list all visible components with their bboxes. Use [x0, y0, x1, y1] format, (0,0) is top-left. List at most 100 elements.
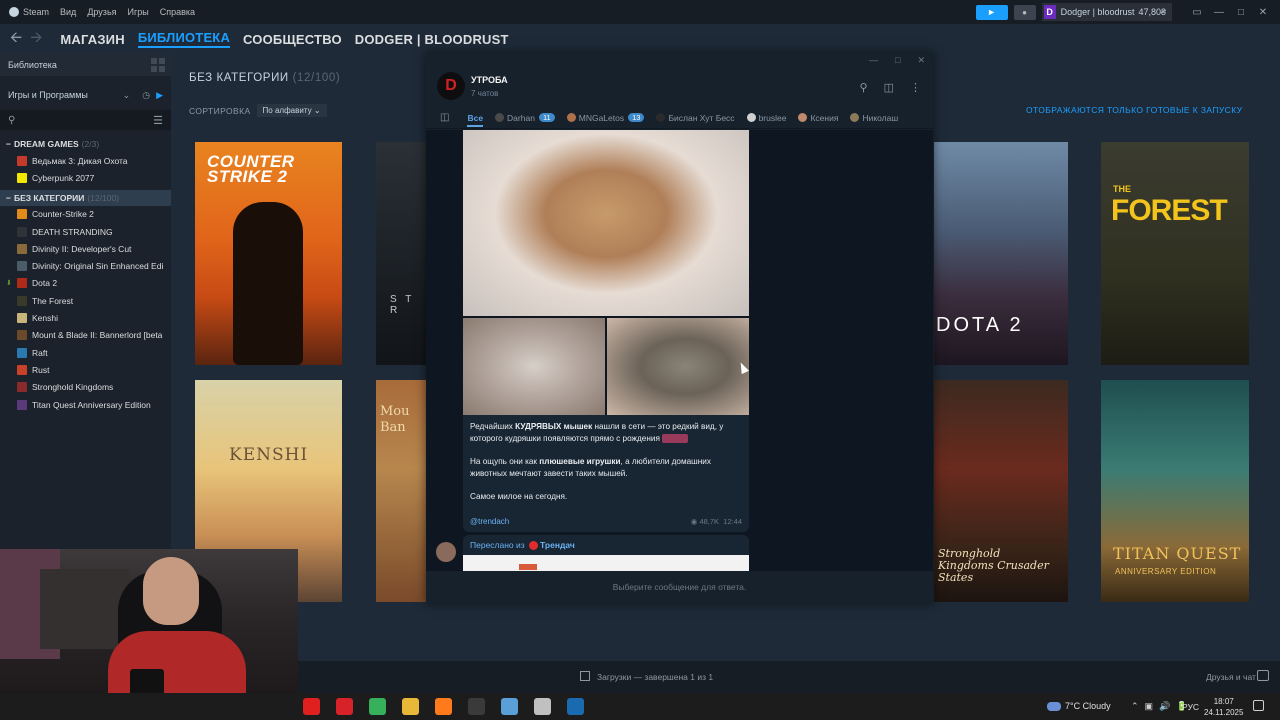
post-link[interactable]: @trendach	[470, 516, 509, 528]
maximize-icon[interactable]: □	[1230, 7, 1252, 18]
sidebar-game-item[interactable]: Cyberpunk 2077	[0, 169, 171, 186]
chat-title[interactable]: УТРОБА	[471, 75, 508, 85]
sidebar-game-item[interactable]: Stronghold Kingdoms	[0, 379, 171, 396]
chat-avatar[interactable]: D	[437, 72, 465, 100]
game-cover-death-stranding[interactable]: S T R	[376, 142, 426, 365]
forward-arrow-icon[interactable]: 🡪	[30, 27, 42, 52]
megaphone-icon[interactable]: ►	[975, 4, 1008, 20]
collection-dream-games[interactable]: − DREAM GAMES (2/3)	[0, 136, 171, 152]
game-cover-the-forest[interactable]: THE FOREST	[1101, 142, 1249, 365]
folder-tab[interactable]: bruslee	[746, 113, 786, 123]
streamer-head	[143, 557, 199, 625]
weather-widget[interactable]: 7°C Cloudy	[1047, 701, 1111, 712]
game-icon	[17, 382, 27, 393]
sidebar-game-item[interactable]: Raft	[0, 344, 171, 361]
nav-store[interactable]: МАГАЗИН	[60, 32, 124, 47]
play-filter-icon[interactable]: ▶	[156, 90, 163, 101]
nav-community[interactable]: СООБЩЕСТВО	[243, 32, 342, 47]
taskbar-app-icon[interactable]	[402, 698, 419, 715]
maximize-icon[interactable]: □	[895, 55, 900, 66]
taskbar-app-icon[interactable]	[435, 698, 452, 715]
collection-uncategorized[interactable]: − БЕЗ КАТЕГОРИИ (12/100)	[0, 189, 171, 206]
notifications-icon[interactable]	[1253, 700, 1264, 711]
nav-library[interactable]: БИБЛИОТЕКА	[137, 30, 231, 48]
steam-logo[interactable]: Steam	[9, 7, 49, 17]
post-paragraph-2: На ощупь они как плюшевые игрушки, а люб…	[470, 457, 711, 478]
menu-friends[interactable]: Друзья	[87, 7, 116, 17]
game-cover-dota-2[interactable]: DOTA 2	[934, 142, 1068, 365]
nav-profile[interactable]: DODGER | BLOODRUST	[355, 32, 509, 47]
system-clock[interactable]: 18:07 24.11.2025	[1204, 696, 1243, 718]
downloads-icon[interactable]	[580, 671, 590, 681]
message-list[interactable]: Редчайших КУДРЯВЫХ мышек нашли в сети — …	[426, 130, 933, 571]
taskbar-app-icon[interactable]	[369, 698, 386, 715]
game-icon	[17, 209, 27, 220]
taskbar-app-icon[interactable]	[567, 698, 584, 715]
search-input[interactable]: ⚲ ☰	[0, 110, 171, 130]
folder-tab[interactable]: MNGaLetos 13	[566, 113, 645, 123]
game-cover-stronghold-kingdoms[interactable]: Stronghold Kingdoms Crusader States	[934, 380, 1068, 602]
sidebar-game-item[interactable]: Counter-Strike 2	[0, 206, 171, 223]
minimize-icon[interactable]: —	[869, 55, 878, 66]
screen-icon[interactable]: ▭	[1186, 7, 1208, 18]
recent-clock-icon[interactable]: ◷	[142, 90, 150, 101]
downloads-status[interactable]: Загрузки — завершена 1 из 1	[597, 672, 713, 682]
collection-filter[interactable]: Игры и Программы ⌄ ◷ ▶	[0, 84, 171, 106]
close-icon[interactable]: ✕	[917, 55, 925, 66]
taskbar-app-icon[interactable]	[468, 698, 485, 715]
folder-tab[interactable]: Darhan 11	[495, 113, 555, 123]
sidebar-game-item[interactable]: ⬇ Dota 2	[0, 275, 171, 292]
sidebar-game-item[interactable]: Mount & Blade II: Bannerlord [beta	[0, 327, 171, 344]
folder-tab[interactable]: Николаш	[850, 113, 898, 123]
sidebar-game-item[interactable]: Rust	[0, 361, 171, 378]
game-cover-counter-strike-2[interactable]: COUNTER STRIKE 2	[195, 142, 342, 365]
game-icon	[17, 295, 27, 306]
close-icon[interactable]: ✕	[1252, 7, 1274, 18]
game-icon	[17, 313, 27, 324]
folder-tab[interactable]: Все	[467, 113, 484, 127]
sidebar-header[interactable]: Библиотека	[0, 54, 171, 76]
friends-chat-label[interactable]: Друзья и чат	[1206, 672, 1256, 682]
folder-tab[interactable]: Ксения	[798, 113, 838, 123]
sidebar-panel-icon[interactable]: ◫	[440, 112, 449, 123]
ready-to-play-filter[interactable]: ОТОБРАЖАЮТСЯ ТОЛЬКО ГОТОВЫЕ К ЗАПУСКУ	[1026, 105, 1242, 115]
back-arrow-icon[interactable]: 🡨	[10, 27, 22, 52]
more-vertical-icon[interactable]: ⋮	[910, 81, 921, 94]
sidebar-game-item[interactable]: The Forest	[0, 292, 171, 309]
bell-icon[interactable]: ●	[1013, 4, 1036, 20]
sidebar-game-item[interactable]: Kenshi	[0, 309, 171, 326]
sidebar-toggle-icon[interactable]: ◫	[884, 81, 894, 94]
minimize-icon[interactable]: —	[1208, 7, 1230, 18]
game-cover-bannerlord[interactable]: Mou Ban	[376, 380, 426, 602]
forwarded-header[interactable]: Переслано из Трендач	[463, 535, 749, 557]
curly-mouse-photo-2[interactable]	[463, 318, 605, 415]
friends-chat-icon[interactable]	[1257, 670, 1269, 681]
filter-icon[interactable]: ☰	[153, 114, 163, 127]
input-language[interactable]: РУС	[1182, 702, 1199, 712]
menu-view[interactable]: Вид	[60, 7, 76, 17]
account-menu[interactable]: D Dodger | bloodrust 47,80₴	[1041, 3, 1172, 21]
folder-tab[interactable]: Бислан Хут Бесс	[656, 113, 735, 123]
sidebar-game-item[interactable]: DEATH STRANDING	[0, 223, 171, 240]
taskbar-app-icon[interactable]	[303, 698, 320, 715]
menu-games[interactable]: Игры	[128, 7, 149, 17]
curly-mouse-photo-3[interactable]	[607, 318, 749, 415]
wallet-balance: 47,80₴	[1138, 7, 1166, 17]
game-icon	[17, 364, 27, 375]
forwarded-image[interactable]	[463, 555, 749, 571]
taskbar-app-icon[interactable]	[336, 698, 353, 715]
game-cover-titan-quest[interactable]: TITAN QUEST ANNIVERSARY EDITION	[1101, 380, 1249, 602]
search-icon[interactable]: ⚲	[860, 81, 868, 94]
taskbar-app-icon[interactable]	[534, 698, 551, 715]
sidebar-game-item[interactable]: Divinity II: Developer's Cut	[0, 240, 171, 257]
curly-mouse-photo[interactable]	[463, 130, 749, 316]
menu-help[interactable]: Справка	[160, 7, 195, 17]
sidebar-game-item[interactable]: Divinity: Original Sin Enhanced Edi	[0, 257, 171, 274]
game-name: Divinity II: Developer's Cut	[32, 243, 132, 254]
sidebar-game-item[interactable]: Ведьмак 3: Дикая Охота	[0, 152, 171, 169]
sender-avatar[interactable]	[436, 542, 456, 562]
sort-dropdown[interactable]: По алфавиту ⌄	[256, 104, 327, 117]
taskbar-app-icon[interactable]	[501, 698, 518, 715]
sidebar-game-item[interactable]: Titan Quest Anniversary Edition	[0, 396, 171, 413]
grid-view-icon[interactable]	[151, 58, 165, 72]
